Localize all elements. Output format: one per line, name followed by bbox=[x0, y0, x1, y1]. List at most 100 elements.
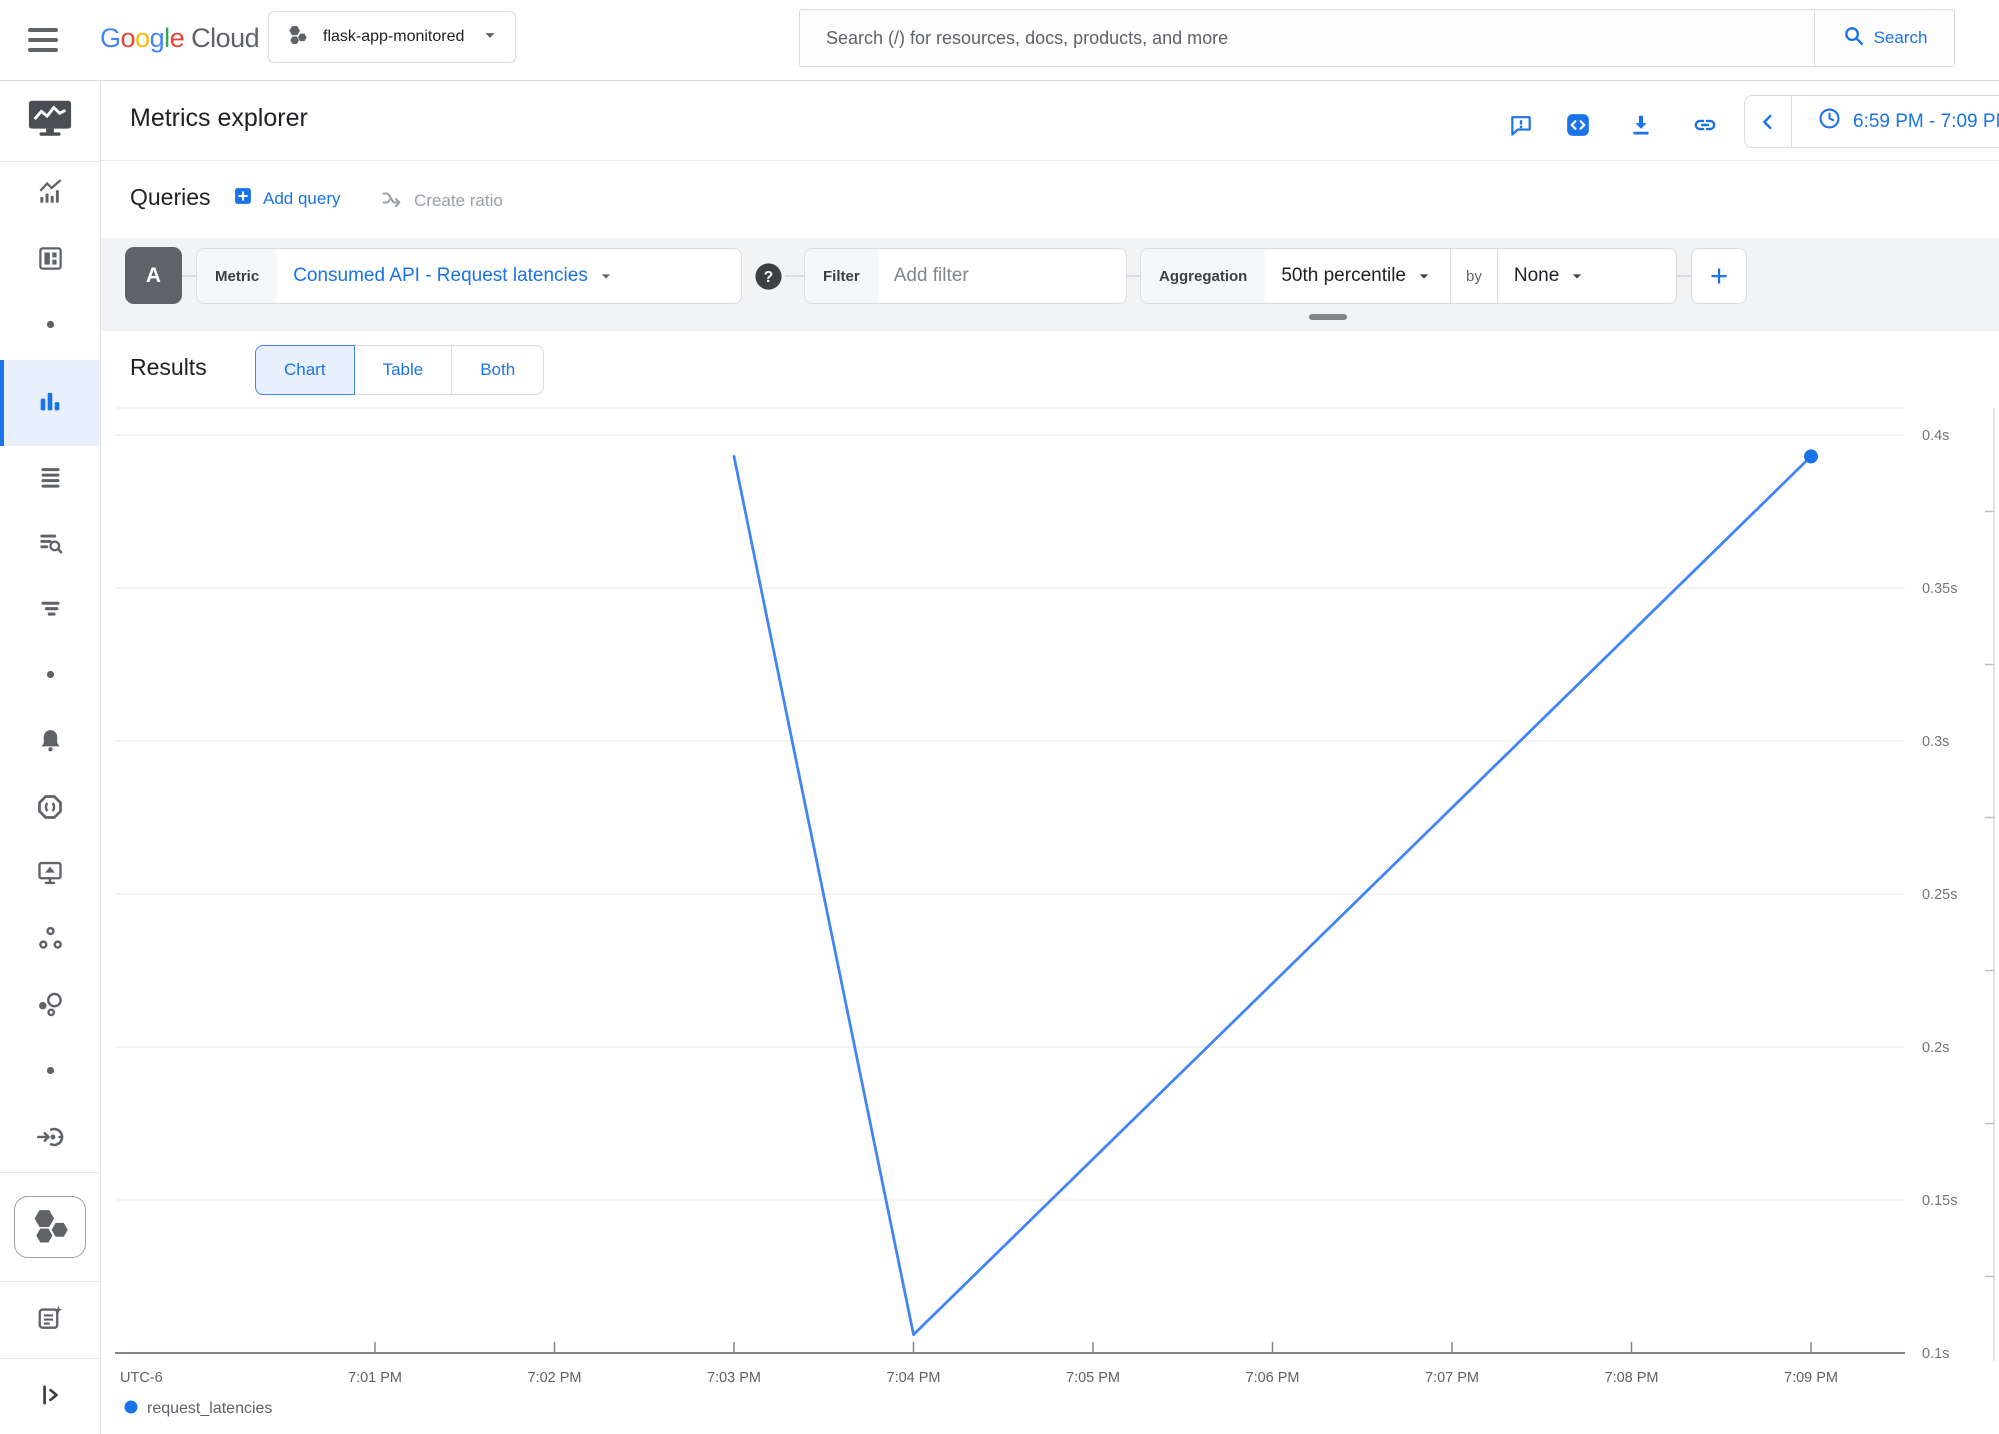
page-title: Metrics explorer bbox=[130, 104, 308, 133]
sidebar-item-bar-chart[interactable] bbox=[0, 360, 100, 446]
sidebar-item-expand-panel[interactable] bbox=[0, 1359, 100, 1434]
dot-icon bbox=[37, 1057, 64, 1089]
top-bar: GoogleCloud flask-app-monitored Search (… bbox=[0, 0, 1999, 81]
metric-dropdown[interactable]: Consumed API - Request latencies bbox=[277, 249, 632, 303]
queries-title: Queries bbox=[130, 184, 211, 211]
queries-section: Queries Add query Create ratio bbox=[101, 161, 1999, 238]
resize-drag-handle[interactable] bbox=[1309, 314, 1347, 320]
create-ratio-button[interactable]: Create ratio bbox=[380, 186, 503, 215]
project-hexagons-icon bbox=[285, 22, 310, 52]
merge-arrow-icon bbox=[380, 186, 404, 215]
x-tick-label: 7:08 PM bbox=[1605, 1370, 1659, 1386]
aggregation-dropdown[interactable]: 50th percentile bbox=[1265, 249, 1450, 303]
chevron-down-icon bbox=[479, 24, 501, 51]
list-search-icon bbox=[37, 529, 64, 561]
add-aggregation-button[interactable]: + bbox=[1691, 248, 1747, 304]
x-tick-label: 7:09 PM bbox=[1784, 1370, 1838, 1386]
time-range-control[interactable]: 6:59 PM - 7:09 PM bbox=[1744, 95, 1999, 148]
download-icon[interactable] bbox=[1628, 112, 1654, 138]
results-tab-table[interactable]: Table bbox=[354, 345, 453, 395]
sidebar-item-code-octagon[interactable] bbox=[0, 776, 100, 842]
project-name: flask-app-monitored bbox=[323, 28, 479, 46]
sidebar-item-compose-note[interactable] bbox=[0, 1282, 100, 1358]
timezone-label: UTC-6 bbox=[120, 1370, 163, 1386]
sidebar-item-trace-bars[interactable] bbox=[0, 578, 100, 644]
compose-note-icon bbox=[36, 1304, 64, 1337]
bubble-chart-icon bbox=[36, 991, 64, 1024]
sidebar-item-bell[interactable] bbox=[0, 710, 100, 776]
results-tab-chart[interactable]: Chart bbox=[255, 345, 355, 395]
legend-swatch bbox=[125, 1401, 138, 1414]
expand-panel-icon bbox=[37, 1382, 63, 1413]
x-tick-label: 7:01 PM bbox=[348, 1370, 402, 1386]
uptime-monitor-icon bbox=[36, 859, 64, 892]
sidebar-item-list-search[interactable] bbox=[0, 512, 100, 578]
sidebar-item-dot bbox=[0, 1040, 100, 1106]
add-box-icon bbox=[233, 186, 253, 211]
y-tick-label: 0.4s bbox=[1922, 428, 1949, 444]
cloud-logo-text: Cloud bbox=[191, 23, 259, 53]
dot-icon bbox=[37, 661, 64, 693]
add-query-label: Add query bbox=[263, 189, 341, 209]
y-tick-label: 0.25s bbox=[1922, 887, 1957, 903]
y-tick-label: 0.3s bbox=[1922, 734, 1949, 750]
results-title: Results bbox=[130, 354, 207, 381]
add-query-button[interactable]: Add query bbox=[233, 186, 341, 211]
search-input[interactable]: Search (/) for resources, docs, products… bbox=[800, 10, 1814, 66]
help-icon[interactable]: ? bbox=[753, 261, 784, 292]
sidebar-item-monitoring-logo[interactable] bbox=[0, 81, 100, 161]
sidebar-item-bubble-chart[interactable] bbox=[0, 974, 100, 1040]
node-cluster-icon bbox=[37, 925, 64, 957]
google-cloud-logo: GoogleCloud bbox=[100, 23, 259, 54]
sidebar-item-integration-arrow[interactable] bbox=[0, 1106, 100, 1172]
trend-chart-icon bbox=[37, 179, 64, 211]
x-tick-label: 7:03 PM bbox=[707, 1370, 761, 1386]
connector-line bbox=[182, 275, 196, 277]
menu-icon[interactable] bbox=[28, 28, 58, 52]
group-by-dropdown[interactable]: None bbox=[1498, 249, 1603, 303]
results-section: Results ChartTableBoth bbox=[101, 331, 1999, 408]
sidebar-item-uptime-monitor[interactable] bbox=[0, 842, 100, 908]
code-octagon-icon bbox=[36, 793, 64, 826]
dropdown-caret-icon bbox=[1414, 266, 1434, 286]
dashboard-grid-icon bbox=[37, 245, 64, 277]
dot-icon bbox=[37, 311, 64, 343]
sidebar-item-list-lines[interactable] bbox=[0, 446, 100, 512]
search-icon bbox=[1842, 24, 1865, 52]
list-lines-icon bbox=[37, 463, 64, 495]
x-tick-label: 7:07 PM bbox=[1425, 1370, 1479, 1386]
sidebar-item-hexagon-cluster[interactable] bbox=[0, 1173, 100, 1281]
x-tick-label: 7:02 PM bbox=[528, 1370, 582, 1386]
code-icon[interactable] bbox=[1565, 112, 1591, 138]
feedback-icon[interactable] bbox=[1508, 112, 1534, 138]
filter-input[interactable]: Add filter bbox=[878, 249, 985, 303]
chart-plot-area[interactable] bbox=[115, 408, 1905, 1353]
sidebar-item-dashboard-grid[interactable] bbox=[0, 228, 100, 294]
x-tick-label: 7:06 PM bbox=[1246, 1370, 1300, 1386]
y-tick-label: 0.35s bbox=[1922, 581, 1957, 597]
y-tick-label: 0.1s bbox=[1922, 1346, 1949, 1362]
chevron-left-icon[interactable] bbox=[1745, 111, 1791, 133]
y-tick-label: 0.2s bbox=[1922, 1040, 1949, 1056]
connector-line bbox=[1677, 275, 1691, 277]
filter-pill: Filter Add filter bbox=[804, 248, 1127, 304]
search-button[interactable]: Search bbox=[1814, 10, 1954, 66]
y-tick-label: 0.15s bbox=[1922, 1193, 1957, 1209]
page-header: Metrics explorer 6:59 PM - 7:09 PM bbox=[101, 81, 1999, 161]
x-tick-label: 7:04 PM bbox=[887, 1370, 941, 1386]
google-logo: Google bbox=[100, 23, 184, 53]
search-button-label: Search bbox=[1874, 28, 1928, 48]
link-icon[interactable] bbox=[1692, 112, 1718, 138]
metrics-explorer-page: GoogleCloud flask-app-monitored Search (… bbox=[0, 0, 1999, 1434]
integration-arrow-icon bbox=[36, 1123, 64, 1156]
results-tab-both[interactable]: Both bbox=[451, 345, 544, 395]
connector-line bbox=[785, 275, 804, 277]
project-selector[interactable]: flask-app-monitored bbox=[268, 11, 516, 63]
group-by-value: None bbox=[1514, 265, 1559, 287]
sidebar-item-node-cluster[interactable] bbox=[0, 908, 100, 974]
bar-chart-icon bbox=[36, 387, 64, 420]
dropdown-caret-icon bbox=[596, 266, 616, 286]
time-range-value: 6:59 PM - 7:09 PM bbox=[1853, 111, 1999, 133]
connector-line bbox=[1127, 275, 1140, 277]
sidebar-item-trend-chart[interactable] bbox=[0, 162, 100, 228]
